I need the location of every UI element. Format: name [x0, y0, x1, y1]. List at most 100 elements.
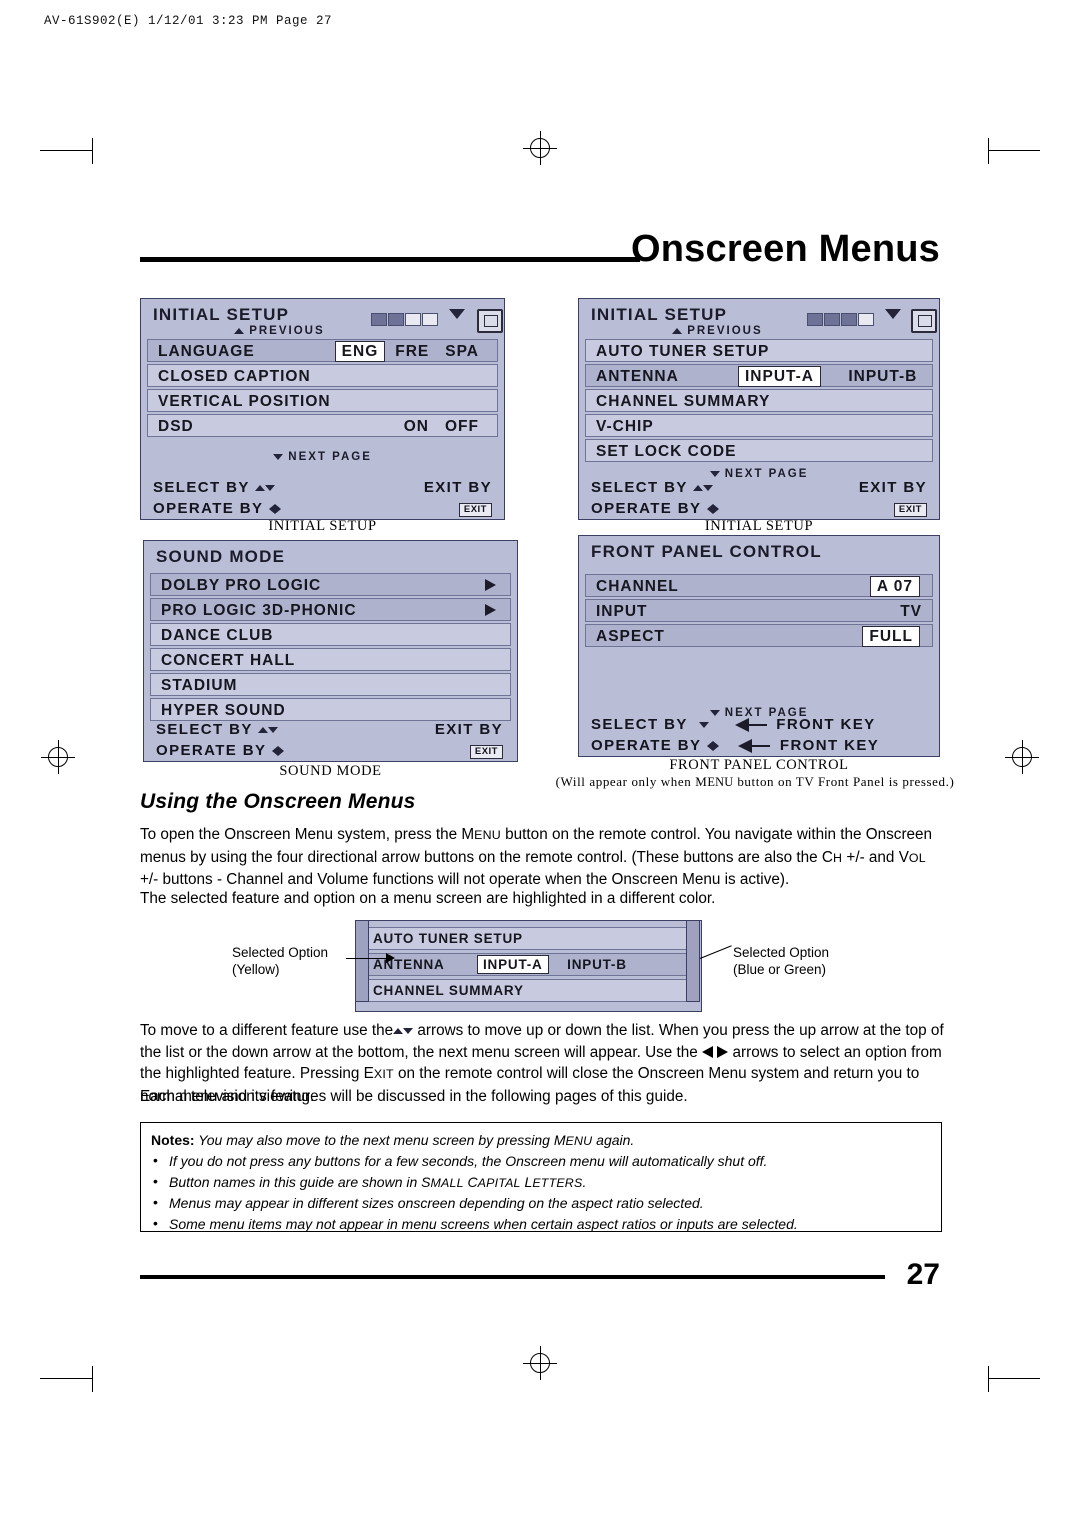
paragraph-1: To open the Onscreen Menu system, press … [140, 826, 933, 888]
paragraph-2: The selected feature and option on a men… [140, 890, 716, 907]
printer-header: AV-61S902(E) 1/12/01 3:23 PM Page 27 [44, 14, 333, 28]
crop-mark-bottom-left-v [92, 1366, 93, 1392]
menu-row-input[interactable]: INPUT TV [585, 599, 933, 622]
crop-mark-top-right [988, 150, 1040, 151]
menu-row-aspect[interactable]: ASPECT FULL [585, 624, 933, 647]
bullet-icon: • [153, 1194, 158, 1210]
osd-footer: SELECT BY OPERATE BY [156, 721, 284, 759]
exit-hint: EXIT BY EXIT [434, 721, 503, 759]
example-right-pointer [699, 945, 732, 959]
menu-row-set-lock-code[interactable]: SET LOCK CODE [585, 439, 933, 462]
menu-row-dsd[interactable]: DSD ON OFF [147, 414, 498, 437]
menu-row-auto-tuner-setup[interactable]: AUTO TUNER SETUP [585, 339, 933, 362]
menu-row-dance-club[interactable]: DANCE CLUB [150, 623, 511, 646]
registration-mark-top [523, 131, 557, 165]
example-other-value[interactable]: INPUT-B [567, 957, 627, 972]
progress-bar [807, 313, 875, 326]
down-arrow-icon [265, 485, 276, 492]
exit-key[interactable]: EXIT [469, 745, 503, 759]
bullet-icon: • [153, 1215, 158, 1231]
exit-key[interactable]: EXIT [458, 503, 492, 517]
note-item-1: If you do not press any buttons for a fe… [169, 1153, 768, 1169]
previous-label: PREVIOUS [234, 325, 325, 337]
left-pointer-arrow-icon [386, 953, 395, 963]
next-page-label: NEXT PAGE [141, 451, 504, 463]
title-rule [140, 257, 640, 262]
menu-row-hyper-sound[interactable]: HYPER SOUND [150, 698, 511, 721]
aspect-value[interactable]: FULL [862, 626, 920, 647]
example-selected-value[interactable]: INPUT-A [477, 955, 549, 974]
bottom-rule [140, 1275, 885, 1279]
note-item-4: Some menu items may not appear in menu s… [169, 1216, 798, 1232]
bullet-icon: • [153, 1173, 158, 1189]
right-arrow-icon [712, 504, 719, 515]
operate-hint: OPERATE BY [591, 500, 719, 517]
language-values: ENG FRE SPA [333, 340, 487, 363]
menu-row-language[interactable]: LANGUAGE ENG FRE SPA [147, 339, 498, 362]
down-arrow-icon [403, 1027, 414, 1034]
osd-footer: SELECT BY OPERATE BY [153, 479, 281, 517]
channel-value[interactable]: A 07 [869, 576, 920, 597]
exit-hint: EXIT BY EXIT [858, 479, 927, 517]
previous-label: PREVIOUS [672, 325, 763, 337]
crop-mark-top-left-v [92, 138, 93, 164]
menu-row-concert-hall[interactable]: CONCERT HALL [150, 648, 511, 671]
dsd-values: ON OFF [403, 418, 479, 435]
menu-row-stadium[interactable]: STADIUM [150, 673, 511, 696]
example-left-pointer [346, 958, 388, 959]
osd-title: FRONT PANEL CONTROL [591, 542, 822, 561]
menu-row-antenna[interactable]: ANTENNA INPUT-A INPUT-B [585, 364, 933, 387]
menu-row-channel[interactable]: CHANNEL A 07 [585, 574, 933, 597]
up-arrow-icon [255, 485, 266, 492]
menu-row-channel-summary[interactable]: CHANNEL SUMMARY [585, 389, 933, 412]
menu-row-v-chip[interactable]: V-CHIP [585, 414, 933, 437]
select-hint: SELECT BY [156, 721, 284, 738]
right-arrow-icon [712, 741, 719, 752]
operate-hint: OPERATE BY [153, 500, 281, 517]
note-item-2: Button names in this guide are shown in … [169, 1174, 587, 1190]
exit-hint: EXIT BY EXIT [423, 479, 492, 517]
example-row-channel-summary[interactable]: CHANNEL SUMMARY [364, 979, 693, 1002]
operate-hint: OPERATE BY [156, 742, 284, 759]
page: AV-61S902(E) 1/12/01 3:23 PM Page 27 Ons… [0, 0, 1080, 1528]
example-menu-right-edge [686, 920, 700, 1002]
right-arrow-icon [277, 746, 284, 757]
select-hint: SELECT BY [591, 479, 719, 496]
down-arrow-icon [273, 453, 284, 460]
progress-bar [371, 313, 439, 326]
tv-icon [911, 309, 937, 333]
example-right-label: Selected Option (Blue or Green) [733, 945, 830, 977]
bullet-icon: • [153, 1152, 158, 1168]
right-arrow-icon [485, 604, 496, 616]
example-menu-left-edge [355, 920, 369, 1002]
left-arrow-icon [702, 1046, 714, 1059]
operate-hint: OPERATE BY FRONT KEY [591, 737, 880, 754]
exit-key[interactable]: EXIT [893, 503, 927, 517]
osd-caption-initial-setup-right: INITIAL SETUP [704, 518, 814, 534]
osd-caption-sound-mode: SOUND MODE [279, 763, 382, 779]
up-arrow-icon [393, 1027, 404, 1034]
osd-caption-front-panel-control: FRONT PANEL CONTROL [669, 757, 849, 773]
page-number: 27 [906, 1258, 940, 1291]
example-row-antenna[interactable]: ANTENNA INPUT-A INPUT-B [364, 953, 693, 976]
example-left-label: Selected Option (Yellow) [232, 945, 329, 977]
osd-initial-setup-right: INITIAL SETUP PREVIOUS AUTO TUNER SETUP … [578, 298, 940, 520]
down-arrow-icon [268, 727, 279, 734]
menu-row-dolby-pro-logic[interactable]: DOLBY PRO LOGIC [150, 573, 511, 596]
example-row-auto-tuner-setup[interactable]: AUTO TUNER SETUP [364, 927, 693, 950]
osd-front-panel-control: FRONT PANEL CONTROL CHANNEL A 07 INPUT T… [578, 535, 940, 757]
up-arrow-icon [258, 727, 269, 734]
down-arrow-icon [885, 309, 901, 319]
menu-row-vertical-position[interactable]: VERTICAL POSITION [147, 389, 498, 412]
menu-row-closed-caption[interactable]: CLOSED CAPTION [147, 364, 498, 387]
up-arrow-icon [234, 327, 244, 334]
down-arrow-icon [449, 309, 465, 319]
right-arrow-icon [485, 579, 496, 591]
osd-caption-initial-setup-left: INITIAL SETUP [268, 518, 377, 534]
menu-row-pro-logic-3d-phonic[interactable]: PRO LOGIC 3D-PHONIC [150, 598, 511, 621]
down-arrow-icon [703, 485, 714, 492]
example-menu: AUTO TUNER SETUP ANTENNA INPUT-A INPUT-B… [355, 920, 702, 1012]
right-arrow-icon [717, 1046, 729, 1059]
osd-caption-front-panel-note: (Will appear only when MENU button on TV… [555, 774, 955, 789]
osd-initial-setup-left: INITIAL SETUP PREVIOUS LANGUAGE ENG FRE SP… [140, 298, 505, 520]
